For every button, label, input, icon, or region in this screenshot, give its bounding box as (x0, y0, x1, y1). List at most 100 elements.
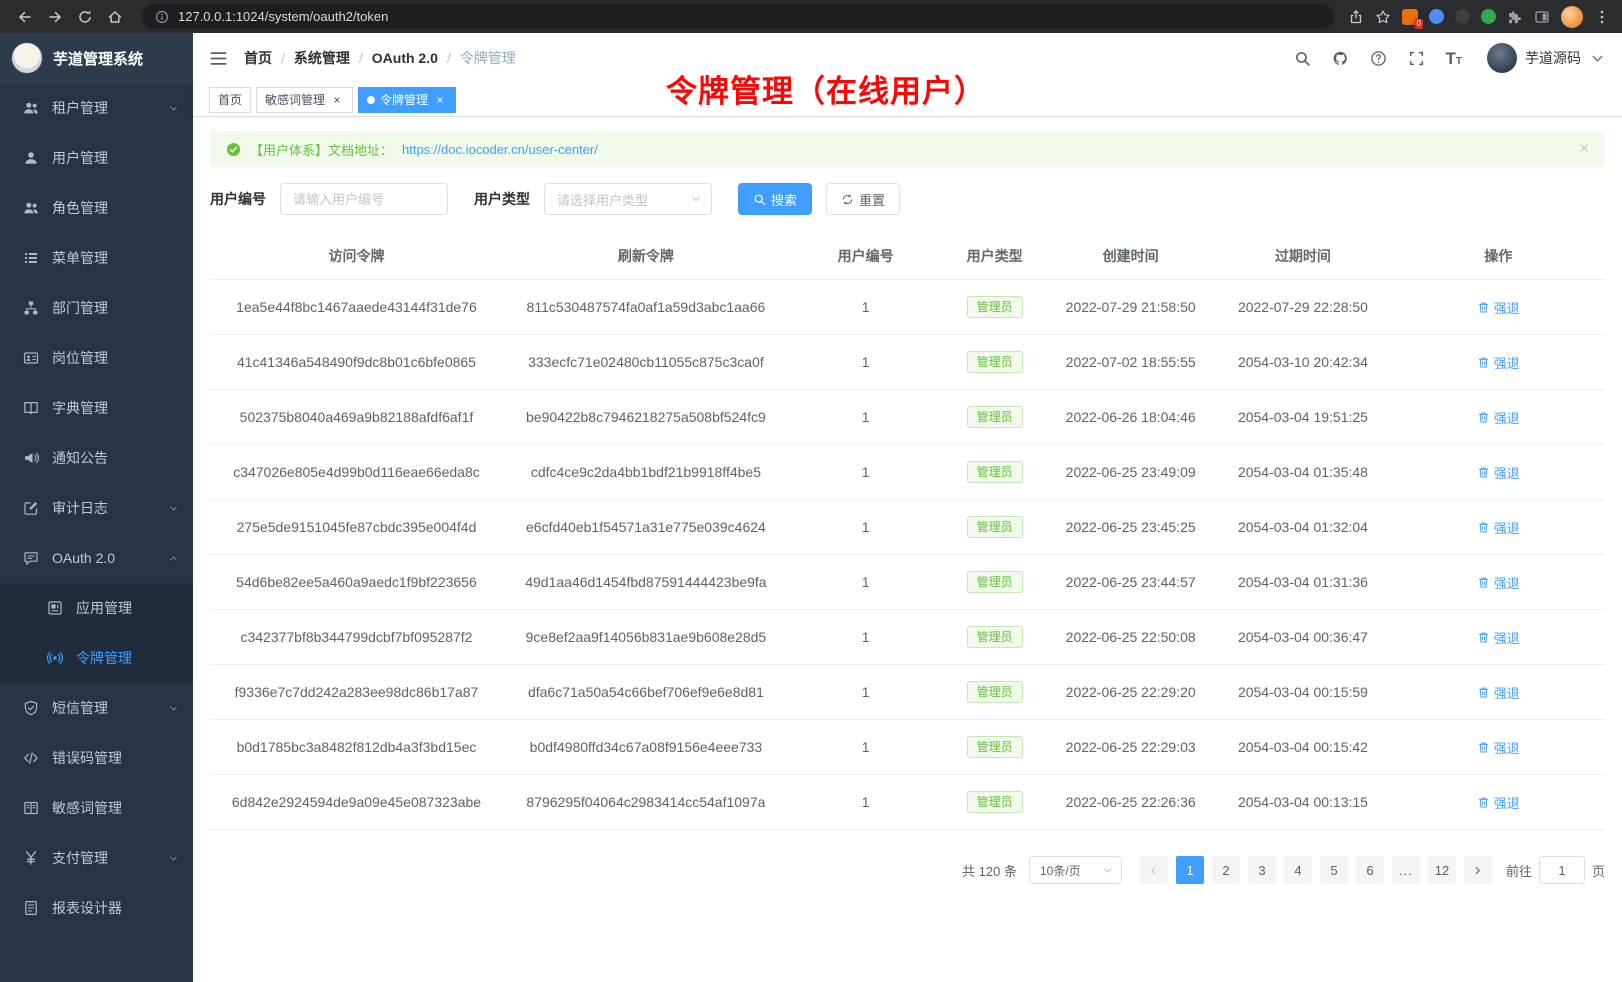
sidebar-item-menu[interactable]: 菜单管理 (0, 233, 193, 283)
sidebar-item-tenant[interactable]: 租户管理 (0, 83, 193, 133)
tab-token[interactable]: 令牌管理 × (358, 87, 456, 113)
extensions-puzzle-button[interactable] (1507, 9, 1523, 25)
sidebar-item-oauth2[interactable]: OAuth 2.0 (0, 533, 193, 583)
forward-button[interactable] (42, 4, 68, 30)
sidebar-item-pay[interactable]: 支付管理 (0, 833, 193, 883)
force-logout-button[interactable]: 强退 (1477, 298, 1520, 317)
tab-home[interactable]: 首页 (209, 87, 251, 113)
sidebar-item-oauth2-app[interactable]: 应用管理 (0, 583, 193, 633)
user-type-badge: 管理员 (967, 571, 1023, 593)
goto-page-input[interactable] (1539, 856, 1585, 884)
github-icon[interactable] (1332, 50, 1349, 67)
access-token-cell: 275e5de9151045fe87cbdc395e004f4d (210, 500, 503, 555)
force-logout-button[interactable]: 强退 (1477, 683, 1520, 702)
sidebar-item-audit-log[interactable]: 审计日志 (0, 483, 193, 533)
refresh-token-cell: 333ecfc71e02480cb11055c875c3ca0f (503, 335, 789, 390)
sidebar-item-role[interactable]: 角色管理 (0, 183, 193, 233)
prev-page-button[interactable] (1140, 856, 1168, 884)
extension-icon-dark[interactable] (1455, 9, 1470, 24)
address-bar[interactable]: 127.0.0.1:1024/system/oauth2/token (142, 4, 1334, 29)
sidebar-item-sensitive-word[interactable]: 敏感词管理 (0, 783, 193, 833)
sidebar-item-report-designer[interactable]: 报表设计器 (0, 883, 193, 933)
sidebar-item-label: 岗位管理 (52, 348, 108, 368)
page-button-3[interactable]: 3 (1248, 856, 1276, 884)
extension-icon-blue[interactable] (1429, 9, 1444, 24)
user-avatar (1487, 43, 1517, 73)
split-view-button[interactable] (1534, 9, 1550, 25)
user-id-input[interactable] (280, 183, 448, 215)
home-button[interactable] (102, 4, 128, 30)
breadcrumb-item[interactable]: 首页 (244, 48, 272, 68)
search-button[interactable]: 搜索 (738, 183, 812, 215)
next-page-button[interactable] (1464, 856, 1492, 884)
user-type-cell: 管理员 (942, 555, 1047, 610)
breadcrumb-item[interactable]: OAuth 2.0 (372, 50, 438, 66)
sidebar-item-oauth2-token[interactable]: 令牌管理 (0, 633, 193, 683)
force-logout-button[interactable]: 强退 (1477, 573, 1520, 592)
share-button[interactable] (1348, 9, 1364, 25)
page-size-select[interactable]: 10条/页 (1029, 856, 1122, 884)
breadcrumb: 首页/系统管理/OAuth 2.0/令牌管理 (244, 48, 516, 68)
reload-button[interactable] (72, 4, 98, 30)
search-icon[interactable] (1294, 50, 1311, 67)
app-logo[interactable]: 芋道管理系统 (0, 33, 193, 83)
close-icon[interactable]: × (330, 93, 344, 107)
pager-more-button[interactable]: ... (1392, 856, 1420, 884)
sidebar-item-label: 审计日志 (52, 498, 108, 518)
tab-label: 令牌管理 (380, 91, 428, 108)
page-button-4[interactable]: 4 (1284, 856, 1312, 884)
back-button[interactable] (12, 4, 38, 30)
page-button-2[interactable]: 2 (1212, 856, 1240, 884)
user-dropdown[interactable]: 芋道源码 (1487, 43, 1606, 73)
force-logout-button[interactable]: 强退 (1477, 628, 1520, 647)
sidebar-item-notice[interactable]: 通知公告 (0, 433, 193, 483)
bookmark-star-button[interactable] (1375, 9, 1391, 25)
sidebar-item-dict[interactable]: 字典管理 (0, 383, 193, 433)
users-icon (22, 100, 39, 116)
force-logout-label: 强退 (1494, 353, 1520, 372)
extension-icon-green[interactable] (1481, 9, 1496, 24)
force-logout-button[interactable]: 强退 (1477, 793, 1520, 812)
chevron-down-icon (690, 193, 702, 205)
breadcrumb-item[interactable]: 系统管理 (294, 48, 350, 68)
alert-close-icon[interactable]: × (1580, 141, 1589, 157)
access-token-cell: 502375b8040a469a9b82188afdf6af1f (210, 390, 503, 445)
user-type-select[interactable]: 请选择用户类型 (544, 183, 712, 215)
force-logout-button[interactable]: 强退 (1477, 463, 1520, 482)
force-logout-label: 强退 (1494, 793, 1520, 812)
font-size-icon[interactable]: TT (1446, 50, 1463, 67)
close-icon[interactable]: × (433, 93, 447, 107)
site-info-icon[interactable] (155, 10, 169, 24)
browser-profile-avatar[interactable] (1561, 6, 1583, 28)
sidebar-item-sms[interactable]: 短信管理 (0, 683, 193, 733)
sidebar-menu: 租户管理用户管理角色管理菜单管理部门管理岗位管理字典管理通知公告审计日志 OAut… (0, 83, 193, 982)
force-logout-button[interactable]: 强退 (1477, 738, 1520, 757)
force-logout-button[interactable]: 强退 (1477, 353, 1520, 372)
chevron-up-icon (168, 553, 179, 564)
page-button-6[interactable]: 6 (1356, 856, 1384, 884)
expire-time-cell: 2054-03-04 19:51:25 (1214, 390, 1391, 445)
force-logout-button[interactable]: 强退 (1477, 408, 1520, 427)
user-icon (22, 150, 39, 166)
sidebar-toggle-button[interactable] (209, 49, 228, 68)
fullscreen-icon[interactable] (1408, 50, 1425, 67)
reset-button[interactable]: 重置 (826, 183, 900, 215)
extension-icon-orange[interactable]: 0 (1402, 9, 1418, 25)
table-row: f9336e7c7dd242a283ee98dc86b17a87 dfa6c71… (210, 665, 1605, 720)
doc-link[interactable]: https://doc.iocoder.cn/user-center/ (402, 142, 598, 157)
help-icon[interactable] (1370, 50, 1387, 67)
page-button-1[interactable]: 1 (1176, 856, 1204, 884)
trash-icon (1477, 631, 1490, 644)
browser-menu-button[interactable] (1594, 9, 1610, 25)
sidebar-item-dept[interactable]: 部门管理 (0, 283, 193, 333)
page-button-5[interactable]: 5 (1320, 856, 1348, 884)
tab-sensitive-word[interactable]: 敏感词管理× (256, 87, 353, 113)
url-text: 127.0.0.1:1024/system/oauth2/token (178, 9, 388, 24)
force-logout-button[interactable]: 强退 (1477, 518, 1520, 537)
sidebar-item-post[interactable]: 岗位管理 (0, 333, 193, 383)
tab-label: 首页 (218, 91, 242, 108)
sidebar-item-user[interactable]: 用户管理 (0, 133, 193, 183)
expire-time-cell: 2022-07-29 22:28:50 (1214, 280, 1391, 335)
page-button-12[interactable]: 12 (1428, 856, 1456, 884)
sidebar-item-error-code[interactable]: 错误码管理 (0, 733, 193, 783)
